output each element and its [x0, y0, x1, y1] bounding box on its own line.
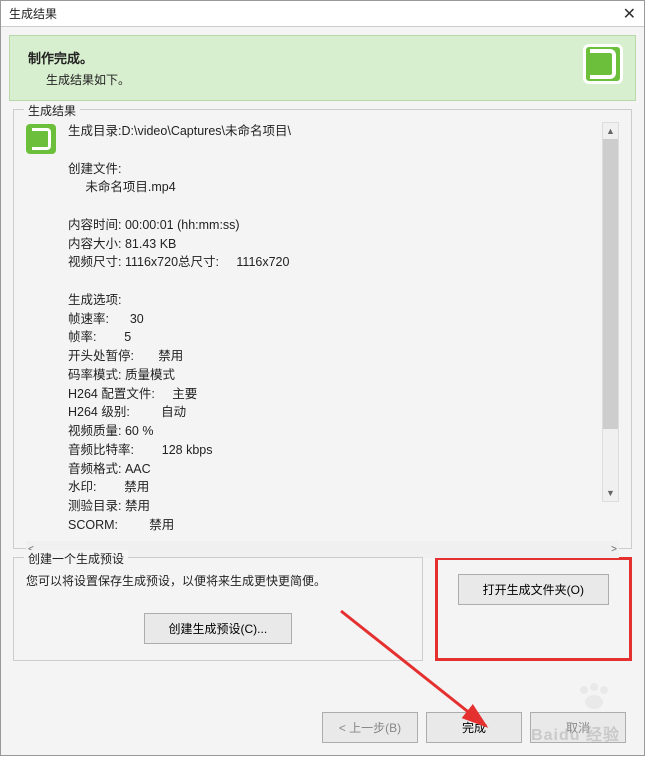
scroll-thumb[interactable]	[603, 139, 618, 429]
create-preset-button[interactable]: 创建生成预设(C)...	[144, 613, 293, 644]
vertical-scrollbar[interactable]: ▲ ▼	[602, 122, 619, 502]
camtasia-logo-small-icon	[26, 124, 56, 154]
open-folder-highlight: 打开生成文件夹(O)	[435, 557, 632, 661]
scroll-right-icon[interactable]: >	[611, 544, 617, 555]
banner-subtitle: 生成结果如下。	[46, 71, 617, 88]
preset-fieldset: 创建一个生成预设 您可以将设置保存生成预设，以便将来生成更快更简便。 创建生成预…	[13, 557, 423, 661]
finish-button[interactable]: 完成	[426, 712, 522, 743]
scroll-down-icon[interactable]: ▼	[603, 485, 618, 501]
camtasia-logo-icon	[583, 44, 623, 84]
preset-description: 您可以将设置保存生成预设，以便将来生成更快更简便。	[26, 572, 410, 589]
results-text: 生成目录:D:\video\Captures\未命名项目\ 创建文件: 未命名项…	[68, 122, 590, 535]
scroll-up-icon[interactable]: ▲	[603, 123, 618, 139]
titlebar: 生成结果 ✕	[1, 1, 644, 27]
watermark-paw-icon	[574, 682, 614, 715]
results-fieldset: 生成结果 生成目录:D:\video\Captures\未命名项目\ 创建文件:…	[13, 109, 632, 549]
preset-legend: 创建一个生成预设	[24, 550, 128, 567]
close-icon[interactable]: ✕	[623, 4, 636, 24]
results-legend: 生成结果	[24, 102, 80, 119]
open-output-folder-button[interactable]: 打开生成文件夹(O)	[458, 574, 609, 605]
cancel-button[interactable]: 取消	[530, 712, 626, 743]
window-title: 生成结果	[9, 5, 57, 22]
wizard-footer: < 上一步(B) 完成 取消	[322, 712, 626, 743]
banner-title: 制作完成。	[28, 48, 617, 67]
production-results-dialog: 生成结果 ✕ 制作完成。 生成结果如下。 生成结果 生成目录:D:\video\…	[0, 0, 645, 756]
success-banner: 制作完成。 生成结果如下。	[9, 35, 636, 101]
back-button[interactable]: < 上一步(B)	[322, 712, 418, 743]
